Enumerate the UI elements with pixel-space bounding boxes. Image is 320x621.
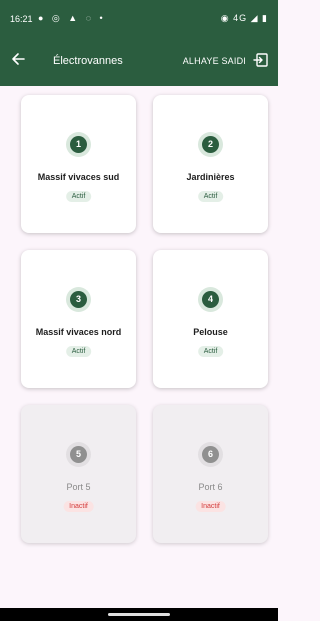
valve-number-circle: 4 (198, 287, 223, 312)
status-badge: Actif (65, 191, 92, 202)
valve-name: Massif vivaces sud (37, 172, 120, 182)
valve-number: 6 (202, 446, 219, 463)
arrow-back-icon[interactable] (10, 51, 28, 69)
valve-name: Massif vivaces nord (35, 327, 122, 337)
valve-name: Port 6 (198, 482, 223, 492)
system-navigation-bar (0, 608, 278, 621)
valve-number: 1 (70, 136, 87, 153)
valve-name: Port 5 (66, 482, 91, 492)
app-bar: Électrovannes ALHAYE SAIDI (0, 36, 278, 86)
status-badge: Inactif (63, 501, 94, 512)
valve-number-circle: 6 (198, 442, 223, 467)
status-badge: Actif (197, 346, 224, 357)
valve-number: 5 (70, 446, 87, 463)
home-gesture-handle[interactable] (108, 613, 170, 616)
status-time: 16:21 (10, 14, 33, 24)
page-title: Électrovannes (53, 55, 123, 67)
valve-number: 2 (202, 136, 219, 153)
valve-card-6[interactable]: 6 Port 6 Inactif (153, 405, 268, 543)
valve-number-circle: 3 (66, 287, 91, 312)
notification-icons: ● ◎ ▲ ◌ • (38, 13, 106, 23)
valve-card-5[interactable]: 5 Port 5 Inactif (21, 405, 136, 543)
valve-card-3[interactable]: 3 Massif vivaces nord Actif (21, 250, 136, 388)
status-badge: Actif (197, 191, 224, 202)
valve-number: 4 (202, 291, 219, 308)
valve-number-circle: 1 (66, 132, 91, 157)
user-name: ALHAYE SAIDI (182, 56, 246, 66)
valve-name: Jardinières (186, 172, 235, 182)
status-badge: Actif (65, 346, 92, 357)
status-bar: 16:21 ● ◎ ▲ ◌ • ◉ 4G ◢ ▮ (0, 0, 278, 36)
status-badge: Inactif (195, 501, 226, 512)
valve-card-1[interactable]: 1 Massif vivaces sud Actif (21, 95, 136, 233)
valve-number-circle: 2 (198, 132, 223, 157)
valve-card-2[interactable]: 2 Jardinières Actif (153, 95, 268, 233)
valve-number: 3 (70, 291, 87, 308)
valve-name: Pelouse (193, 327, 228, 337)
system-icons: ◉ 4G ◢ ▮ (220, 13, 268, 23)
valve-number-circle: 5 (66, 442, 91, 467)
logout-icon[interactable] (253, 52, 269, 68)
valve-card-4[interactable]: 4 Pelouse Actif (153, 250, 268, 388)
